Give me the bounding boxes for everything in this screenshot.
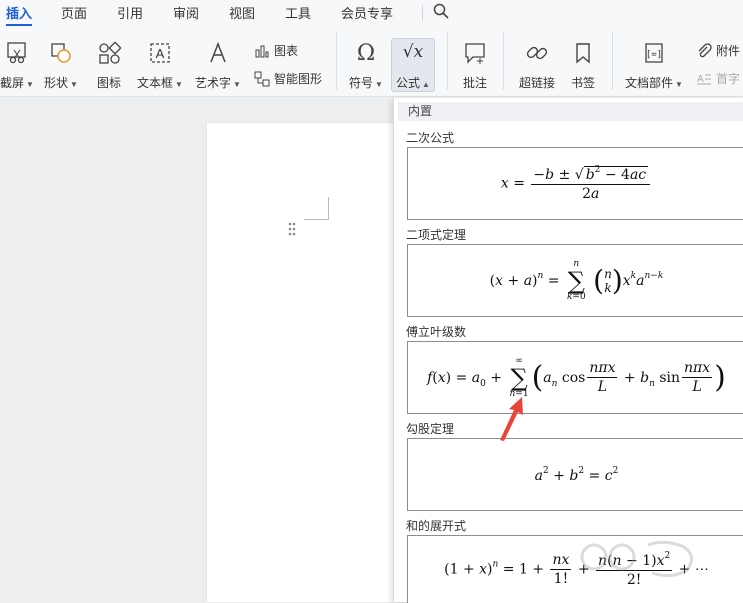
- category-label-pythagorean: 勾股定理: [406, 422, 455, 436]
- attachment-button[interactable]: 附件: [696, 42, 740, 59]
- hyperlink-label: 超链接: [518, 76, 555, 90]
- textbox-button[interactable]: A 文本框 ▼: [136, 40, 184, 91]
- symbol-button[interactable]: Ω 符号 ▼: [346, 40, 386, 91]
- wordart-label: 艺术字: [195, 76, 232, 90]
- dropcap-icon: A: [697, 74, 711, 85]
- icon-button[interactable]: 图标: [92, 40, 126, 91]
- drag-handle-icon[interactable]: [287, 221, 297, 237]
- textbox-icon: A: [136, 40, 184, 66]
- chevron-down-icon: ▼: [70, 80, 78, 89]
- fourier-formula: f(x) = a0 + ∞ ∑ n=1 (an cos nπx L + bn sin nπx…: [427, 355, 726, 399]
- formula-expansion[interactable]: (1 + x)n = 1 + nx 1! + n(n − 1)x2 2! + ⋯: [407, 535, 743, 603]
- screenshot-label: 截屏: [0, 76, 25, 90]
- ribbon-divider: [503, 32, 504, 90]
- chevron-down-icon: ▼: [26, 80, 34, 89]
- category-label-expansion: 和的展开式: [406, 519, 467, 533]
- smartart-label: 智能图形: [274, 72, 323, 86]
- tab-view[interactable]: 视图: [229, 3, 255, 22]
- screenshot-button[interactable]: 截屏 ▼: [0, 40, 34, 91]
- smartart-icon: [254, 71, 270, 86]
- svg-text:A: A: [697, 74, 704, 85]
- textbox-label: 文本框: [137, 76, 174, 90]
- tab-member[interactable]: 会员专享: [341, 3, 393, 22]
- page-margin-marker: [304, 197, 329, 220]
- formula-quadratic[interactable]: x = −b ± √ b2 − 4ac 2a: [407, 147, 743, 220]
- chevron-up-icon: ▲: [422, 80, 430, 89]
- symbol-label: 符号: [349, 76, 374, 90]
- panel-header: 内置: [398, 102, 743, 121]
- chart-label: 图表: [274, 44, 299, 58]
- chart-button[interactable]: 图表: [254, 42, 298, 59]
- doc-parts-button[interactable]: [=] 文档部件 ▼: [624, 40, 684, 91]
- wordart-icon: [194, 40, 242, 66]
- tab-review[interactable]: 审阅: [173, 3, 199, 22]
- comment-label: 批注: [462, 76, 487, 90]
- formula-dropdown-panel: 内置 二次公式 x = −b ± √ b2 − 4ac 2a 二项式定理 (x + …: [393, 98, 743, 603]
- chevron-down-icon: ▼: [175, 80, 183, 89]
- category-label-fourier: 傅立叶级数: [406, 325, 467, 339]
- chevron-down-icon: ▼: [375, 80, 383, 89]
- formula-button[interactable]: √x 公式 ▲: [391, 38, 435, 92]
- menu-divider: [422, 5, 423, 21]
- formula-label: 公式: [396, 76, 421, 90]
- bar-chart-icon: [255, 45, 269, 57]
- annotation-arrow-icon: [500, 397, 523, 441]
- comment-add-icon: [458, 40, 492, 66]
- formula-pythagorean[interactable]: a2 + b2 = c2: [407, 438, 743, 511]
- shape-button[interactable]: 形状 ▼: [42, 40, 80, 91]
- menu-bar: 插入 页面 引用 审阅 视图 工具 会员专享: [0, 0, 743, 26]
- bookmark-icon: [568, 40, 598, 66]
- tab-reference[interactable]: 引用: [117, 3, 143, 22]
- dropcap-button[interactable]: A 首字: [696, 70, 740, 87]
- tab-tools[interactable]: 工具: [285, 3, 311, 22]
- shape-icon: [42, 40, 80, 66]
- tab-insert[interactable]: 插入: [6, 3, 33, 26]
- ribbon-divider: [612, 32, 613, 90]
- omega-icon: Ω: [356, 40, 376, 66]
- doc-parts-label: 文档部件: [625, 76, 674, 90]
- shape-label: 形状: [44, 76, 69, 90]
- scissors-icon: [0, 40, 34, 66]
- link-icon: [514, 40, 560, 66]
- paperclip-icon: [698, 42, 712, 57]
- wordart-button[interactable]: 艺术字 ▼: [194, 40, 242, 91]
- attachment-label: 附件: [716, 44, 741, 58]
- ribbon-divider: [336, 32, 337, 90]
- svg-text:A: A: [156, 46, 165, 61]
- category-label-binomial: 二项式定理: [406, 228, 467, 242]
- hyperlink-button[interactable]: 超链接: [514, 40, 560, 91]
- comment-button[interactable]: 批注: [458, 40, 492, 91]
- sqrt-x-icon: √x: [402, 42, 424, 62]
- icons-grid-icon: [92, 40, 126, 66]
- ribbon: 截屏 ▼ 形状 ▼ 图标 A 文本框 ▼ 艺术字 ▼ 图表 智能图形 Ω 符号 ▼: [0, 26, 743, 97]
- smartart-button[interactable]: 智能图形: [254, 70, 322, 87]
- doc-parts-icon: [=]: [624, 40, 684, 66]
- binomial-formula: (x + a)n = n ∑ k=0 (n k) xkan−k: [489, 258, 664, 302]
- expansion-formula: (1 + x)n = 1 + nx 1! + n(n − 1)x2 2! + ⋯: [444, 551, 709, 588]
- tab-page[interactable]: 页面: [61, 3, 87, 22]
- chevron-down-icon: ▼: [675, 80, 683, 89]
- category-label-quadratic: 二次公式: [406, 131, 455, 145]
- quadratic-formula: x = −b ± √ b2 − 4ac 2a: [501, 165, 652, 202]
- icon-label: 图标: [96, 76, 121, 90]
- bookmark-button[interactable]: 书签: [568, 40, 598, 91]
- search-icon[interactable]: [432, 2, 450, 20]
- bookmark-label: 书签: [570, 76, 595, 90]
- dropcap-label: 首字: [716, 72, 741, 86]
- formula-binomial[interactable]: (x + a)n = n ∑ k=0 (n k) xkan−k: [407, 244, 743, 317]
- ribbon-divider: [447, 32, 448, 90]
- formula-fourier[interactable]: f(x) = a0 + ∞ ∑ n=1 (an cos nπx L + bn sin nπx…: [407, 341, 743, 414]
- chevron-down-icon: ▼: [233, 80, 241, 89]
- svg-text:[=]: [=]: [646, 50, 662, 60]
- pythagorean-formula: a2 + b2 = c2: [534, 465, 619, 484]
